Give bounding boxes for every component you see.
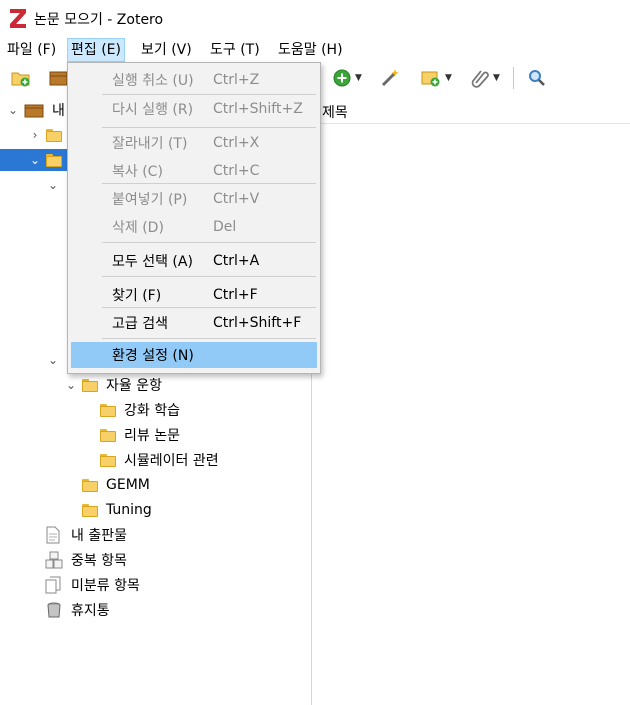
folder-icon: [82, 478, 98, 492]
tree-label: GEMM: [106, 477, 150, 493]
chevron-down-icon[interactable]: ⌄: [46, 353, 60, 367]
folder-icon: [100, 453, 116, 467]
tree-row-collapsed[interactable]: ⌄: [46, 174, 60, 196]
tree-label: Tuning: [106, 502, 152, 518]
tree-row-duplicates[interactable]: 중복 항목: [45, 549, 127, 571]
tree-row-unfiled[interactable]: 미분류 항목: [45, 574, 140, 596]
menu-separator: [102, 307, 316, 308]
menu-item-cut[interactable]: 잘라내기 (T) Ctrl+X: [71, 130, 317, 156]
new-note-button[interactable]: ▼: [420, 66, 452, 90]
unfiled-items-icon: [45, 576, 61, 594]
menu-item-undo[interactable]: 실행 취소 (U) Ctrl+Z: [71, 67, 317, 93]
tree-label: 내: [52, 103, 65, 119]
tree-label: 자율 운항: [106, 378, 162, 394]
chevron-down-icon[interactable]: ⌄: [46, 178, 60, 192]
library-icon: [24, 104, 44, 118]
add-by-identifier-button[interactable]: [380, 66, 402, 90]
menu-item-select-all[interactable]: 모두 선택 (A) Ctrl+A: [71, 248, 317, 274]
folder-icon: [100, 403, 116, 417]
tree-row-tuning[interactable]: Tuning: [82, 499, 152, 521]
menu-file[interactable]: 파일 (F): [4, 39, 59, 61]
tree-label: 중복 항목: [71, 553, 127, 569]
menu-help[interactable]: 도움말 (H): [275, 39, 346, 61]
tree-row-my-publications[interactable]: 내 출판물: [45, 524, 127, 546]
menu-view[interactable]: 보기 (V): [138, 39, 195, 61]
tree-row-collapsed[interactable]: ›: [28, 124, 70, 146]
tree-label: 리뷰 논문: [124, 428, 180, 444]
tree-label: 미분류 항목: [71, 578, 140, 594]
add-item-button[interactable]: ▼: [332, 66, 362, 90]
menu-bar: 파일 (F) 편집 (E) 보기 (V) 도구 (T) 도움말 (H): [0, 36, 630, 62]
chevron-down-icon[interactable]: ⌄: [28, 153, 42, 167]
tree-row-simulator[interactable]: 시뮬레이터 관련: [100, 449, 219, 471]
attachment-icon: [471, 70, 489, 88]
title-bar: 논문 모으기 - Zotero: [0, 0, 630, 36]
folder-icon: [82, 503, 98, 517]
menu-separator: [102, 183, 316, 184]
duplicate-items-icon: [45, 551, 63, 569]
menu-item-preferences[interactable]: 환경 설정 (N): [71, 342, 317, 368]
toolbar-separator: [513, 67, 514, 89]
tree-row-autonomous[interactable]: ⌄ 자율 운항: [64, 374, 162, 396]
items-column-header: 제목: [312, 97, 630, 124]
menu-item-copy[interactable]: 복사 (C) Ctrl+C: [71, 158, 317, 184]
chevron-down-icon[interactable]: ⌄: [6, 103, 20, 117]
menu-item-find[interactable]: 찾기 (F) Ctrl+F: [71, 282, 317, 308]
dropdown-arrow-icon: ▼: [355, 73, 362, 83]
trash-icon: [47, 602, 61, 618]
new-collection-button[interactable]: [10, 66, 32, 90]
add-item-icon: [333, 69, 351, 87]
menu-edit[interactable]: 편집 (E): [67, 38, 125, 62]
new-collection-icon: [11, 72, 30, 87]
tree-label: 강화 학습: [124, 403, 180, 419]
tree-row-rl[interactable]: 강화 학습: [100, 399, 180, 421]
menu-separator: [102, 127, 316, 128]
tree-row-review[interactable]: 리뷰 논문: [100, 424, 180, 446]
menu-item-paste[interactable]: 붙여넣기 (P) Ctrl+V: [71, 186, 317, 212]
menu-separator: [102, 338, 316, 339]
tree-row-my-library[interactable]: ⌄ 내: [6, 99, 65, 121]
menu-separator: [102, 276, 316, 277]
folder-icon: [46, 128, 62, 142]
tree-label: 시뮬레이터 관련: [124, 453, 219, 469]
folder-icon: [100, 428, 116, 442]
tree-row-gemm[interactable]: GEMM: [82, 474, 150, 496]
folder-icon: [46, 153, 62, 167]
tree-label: 휴지통: [71, 603, 110, 619]
chevron-right-icon[interactable]: ›: [28, 128, 42, 142]
menu-tools[interactable]: 도구 (T): [207, 39, 263, 61]
dropdown-arrow-icon: ▼: [445, 73, 452, 83]
search-button[interactable]: [527, 66, 547, 90]
dropdown-arrow-icon: ▼: [493, 73, 500, 83]
menu-item-delete[interactable]: 삭제 (D) Del: [71, 214, 317, 240]
folder-icon: [82, 378, 98, 392]
menu-item-advanced-search[interactable]: 고급 검색 Ctrl+Shift+F: [71, 310, 317, 336]
tree-row-trash[interactable]: 휴지통: [45, 599, 110, 621]
new-note-icon: [421, 71, 440, 87]
tree-row-collapsed[interactable]: ⌄: [46, 349, 60, 371]
edit-menu-dropdown: 실행 취소 (U) Ctrl+Z 다시 실행 (R) Ctrl+Shift+Z …: [67, 62, 321, 374]
tree-label: 내 출판물: [71, 528, 127, 544]
menu-separator: [102, 242, 316, 243]
menu-item-redo[interactable]: 다시 실행 (R) Ctrl+Shift+Z: [71, 96, 317, 122]
column-title[interactable]: 제목: [322, 102, 348, 122]
attachment-button[interactable]: ▼: [470, 66, 500, 90]
window-title: 논문 모으기 - Zotero: [34, 12, 164, 28]
zotero-logo-icon: [10, 9, 26, 28]
chevron-down-icon[interactable]: ⌄: [64, 378, 78, 392]
search-icon: [529, 70, 545, 86]
menu-separator: [102, 94, 316, 95]
document-icon: [46, 526, 60, 544]
wand-icon: [381, 69, 399, 87]
